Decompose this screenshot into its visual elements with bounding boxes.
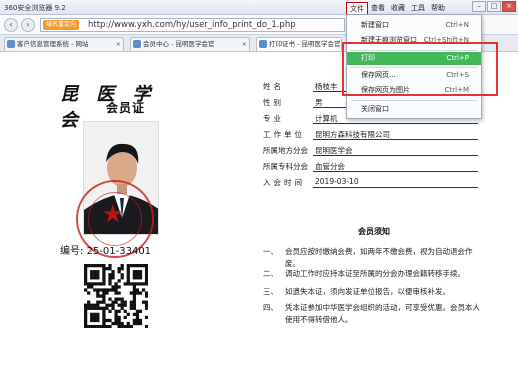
field-label: 所属地方分会 bbox=[263, 146, 308, 155]
back-icon[interactable]: ‹ bbox=[4, 18, 18, 32]
tab-print-certificate[interactable]: 打印证书 - 昆明医学会官 bbox=[256, 37, 342, 51]
menu-item-new-window[interactable]: 新建窗口 Ctrl+N bbox=[347, 19, 481, 32]
window-title: 360安全浏览器 9.2 bbox=[4, 4, 66, 12]
field-label: 性别 bbox=[263, 98, 284, 107]
field-label: 姓名 bbox=[263, 82, 284, 91]
close-tab-icon[interactable]: × bbox=[242, 38, 247, 50]
notice-number: 二、 bbox=[263, 269, 278, 278]
field-value: 昆明方森科技有限公司 bbox=[313, 129, 478, 140]
field-value: 昆明医学会 bbox=[313, 145, 478, 156]
notice-text: 调动工作时应持本证至所属的分会办理会籍转移手续。 bbox=[285, 269, 465, 278]
notice-number: 四、 bbox=[263, 303, 278, 312]
tab-label: 会员中心 - 昆明医学会官 bbox=[143, 40, 215, 48]
field-label: 专业 bbox=[263, 114, 284, 123]
url-text: http://www.yxh.com/hy/user_info_print_do… bbox=[88, 20, 296, 30]
card-title: 会员证 bbox=[106, 101, 146, 115]
notice-text: 会员应按时缴纳会费，如两年不缴会费，视为自动退会作废。 bbox=[285, 247, 473, 268]
field-value: 2019-03-10 bbox=[313, 177, 478, 188]
notice-item: 三、 如遗失本证，须向发证单位报告，以便审核补发。 bbox=[263, 286, 483, 298]
tab-label: 客户信息管理系统 - 网站 bbox=[17, 40, 89, 48]
notice-title: 会员须知 bbox=[358, 227, 390, 236]
notice-text: 如遗失本证，须向发证单位报告，以便审核补发。 bbox=[285, 287, 450, 296]
qr-code bbox=[84, 264, 149, 329]
notice-number: 一、 bbox=[263, 247, 278, 256]
notice-text: 凭本证参加中华医学会组织的活动，可享受优惠。会员本人使用不得转借他人。 bbox=[285, 303, 480, 324]
tab-label: 打印证书 - 昆明医学会官 bbox=[269, 40, 341, 48]
page-favicon-icon bbox=[133, 40, 141, 48]
field-label: 入会时间 bbox=[263, 178, 305, 187]
window-controls: – □ × bbox=[472, 1, 516, 12]
url-input[interactable]: 域名重定向 http://www.yxh.com/hy/user_info_pr… bbox=[40, 18, 345, 32]
notice-item: 二、 调动工作时应持本证至所属的分会办理会籍转移手续。 bbox=[263, 268, 483, 280]
page-favicon-icon bbox=[259, 40, 267, 48]
annotation-highlight-box bbox=[342, 42, 498, 96]
close-tab-icon[interactable]: × bbox=[116, 38, 121, 50]
tab-customer-system[interactable]: 客户信息管理系统 - 网站 × bbox=[4, 37, 124, 51]
field-label: 工作单位 bbox=[263, 130, 305, 139]
menu-item-close-window[interactable]: 关闭窗口 bbox=[347, 103, 481, 116]
seal-star-icon: ★ bbox=[102, 200, 124, 228]
close-window-button[interactable]: × bbox=[502, 1, 516, 12]
notice-number: 三、 bbox=[263, 287, 278, 296]
card-number-value: 25-01-33401 bbox=[86, 246, 152, 257]
notice-item: 一、 会员应按时缴纳会费，如两年不缴会费，视为自动退会作废。 bbox=[263, 246, 483, 270]
notice-item: 四、 凭本证参加中华医学会组织的活动，可享受优惠。会员本人使用不得转借他人。 bbox=[263, 302, 483, 326]
tab-member-center[interactable]: 会员中心 - 昆明医学会官 × bbox=[130, 37, 250, 51]
field-value: 血管分会 bbox=[313, 161, 478, 172]
card-number-label: 编号: bbox=[60, 246, 84, 257]
title-bar: 360安全浏览器 9.2 文件 查看 收藏 工具 帮助 – □ × bbox=[0, 0, 518, 16]
redirect-badge: 域名重定向 bbox=[43, 20, 80, 30]
field-label: 所属专科分会 bbox=[263, 162, 308, 171]
forward-icon[interactable]: › bbox=[21, 18, 35, 32]
maximize-button[interactable]: □ bbox=[487, 1, 501, 12]
minimize-button[interactable]: – bbox=[472, 1, 486, 12]
card-number: 编号: 25-01-33401 bbox=[60, 242, 151, 257]
page-favicon-icon bbox=[7, 40, 15, 48]
